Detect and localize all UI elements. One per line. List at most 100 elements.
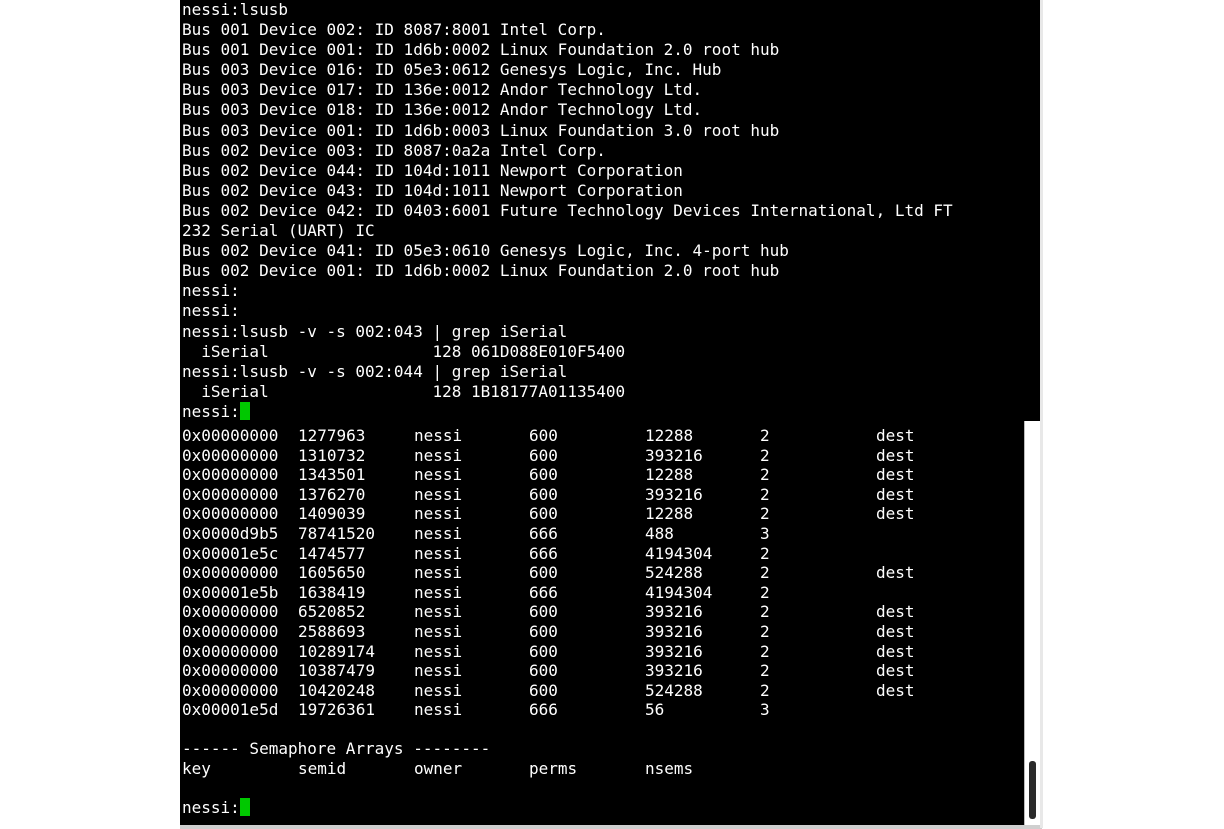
table-cell: dest [876,563,915,583]
terminal-line: Bus 001 Device 002: ID 8087:8001 Intel C… [182,20,606,40]
table-cell: dest [876,641,915,661]
table-cell: 4194304 [645,582,713,602]
table-cell: 0x00000000 [182,661,279,681]
table-cell: 1277963 [298,426,366,445]
table-cell: nessi [414,484,463,504]
table-cell: 56 [645,700,665,720]
scrollbar-thumb[interactable] [1029,761,1036,819]
table-cell: 4194304 [645,543,713,563]
table-cell: 393216 [645,445,703,465]
front-terminal-window[interactable]: nessi:lsusb Bus 001 Device 002: ID 8087:8… [180,0,1042,421]
table-cell: dest [876,680,915,700]
column-header: key [182,758,211,778]
table-cell: 2 [760,445,770,465]
table-cell: 600 [529,465,558,485]
table-cell: 12288 [645,465,694,485]
terminal-line: Bus 001 Device 001: ID 1d6b:0002 Linux F… [182,40,780,60]
table-cell: 600 [529,641,558,661]
table-cell: 0x00000000 [182,465,279,485]
table-cell: 0x00001e5d [182,700,279,720]
front-prompt-line[interactable]: nessi: [182,401,1042,421]
terminal-line: Bus 002 Device 044: ID 104d:1011 Newport… [182,160,683,180]
table-cell: 2 [760,621,770,641]
table-cell: 0x0000d9b5 [182,523,279,543]
table-cell: 393216 [645,602,703,622]
table-cell: 0x00000000 [182,602,279,622]
back-prompt-line[interactable]: nessi: [182,797,490,818]
table-cell: 524288 [645,680,703,700]
table-cell: 2 [760,641,770,661]
column-header: semid [298,758,347,778]
table-cell: 488 [645,523,674,543]
table-cell: 524288 [645,563,703,583]
table-cell: dest [876,426,915,445]
table-cell: dest [876,661,915,681]
table-cell: 1638419 [298,582,366,602]
table-cell: 0x00000000 [182,426,279,445]
table-cell: 393216 [645,621,703,641]
table-cell: nessi [414,465,463,485]
table-cell: 0x00001e5b [182,582,279,602]
table-cell: 19726361 [298,700,376,720]
semaphore-header-row: key semid owner perms nsems [182,758,693,779]
table-cell: 10289174 [298,641,376,661]
table-cell: 2 [760,465,770,485]
terminal-line: Bus 002 Device 041: ID 05e3:0610 Genesys… [182,241,789,261]
back-cursor [239,797,250,816]
table-cell: 0x00000000 [182,504,279,524]
semaphore-section: ------ Semaphore Arrays -------- key semi… [182,739,693,818]
table-cell: dest [876,621,915,641]
table-cell: nessi [414,641,463,661]
table-cell: 3 [760,523,770,543]
window-edge [1040,0,1043,828]
table-cell: 12288 [645,426,694,445]
table-cell: 78741520 [298,523,376,543]
table-cell: 0x00000000 [182,641,279,661]
terminal-line: nessi: [182,301,240,321]
table-cell: 2 [760,680,770,700]
table-cell: 600 [529,621,558,641]
table-cell: dest [876,602,915,622]
front-cursor [239,401,250,420]
terminal-line: nessi:lsusb -v -s 002:044 | grep iSerial [182,361,568,381]
table-cell: nessi [414,523,463,543]
table-cell: 0x00000000 [182,621,279,641]
table-cell: 2 [760,504,770,524]
table-cell: 600 [529,602,558,622]
table-cell: 1409039 [298,504,366,524]
terminal-line: nessi:lsusb [182,0,288,19]
terminal-line: Bus 003 Device 017: ID 136e:0012 Andor T… [182,80,703,100]
table-cell: nessi [414,445,463,465]
table-cell: nessi [414,602,463,622]
back-terminal-window[interactable]: 0x00000000 1277963 nessi 600 12288 2 dest 0x000… [180,421,1042,829]
table-cell: dest [876,484,915,504]
terminal-line: iSerial 128 061D088E010F5400 [182,341,626,361]
table-cell: 6520852 [298,602,366,622]
table-cell: dest [876,465,915,485]
table-cell: 2 [760,602,770,622]
table-cell: 600 [529,445,558,465]
table-cell: 0x00000000 [182,680,279,700]
table-cell: 2 [760,426,770,445]
table-cell: dest [876,445,915,465]
table-cell: nessi [414,582,463,602]
table-cell: 666 [529,582,558,602]
table-cell: 10420248 [298,680,376,700]
terminal-line: Bus 003 Device 018: ID 136e:0012 Andor T… [182,100,703,120]
table-cell: nessi [414,426,463,445]
table-cell: 600 [529,426,558,445]
terminal-line: Bus 003 Device 001: ID 1d6b:0003 Linux F… [182,120,780,140]
column-header: perms [529,758,578,778]
table-cell: nessi [414,563,463,583]
table-cell: 1310732 [298,445,366,465]
terminal-line: nessi: [182,281,240,301]
table-cell: nessi [414,504,463,524]
table-cell: 600 [529,484,558,504]
terminal-line: Bus 002 Device 003: ID 8087:0a2a Intel C… [182,140,606,160]
table-cell: nessi [414,621,463,641]
table-cell: 1474577 [298,543,366,563]
table-cell: 600 [529,563,558,583]
table-cell: nessi [414,680,463,700]
table-cell: 12288 [645,504,694,524]
